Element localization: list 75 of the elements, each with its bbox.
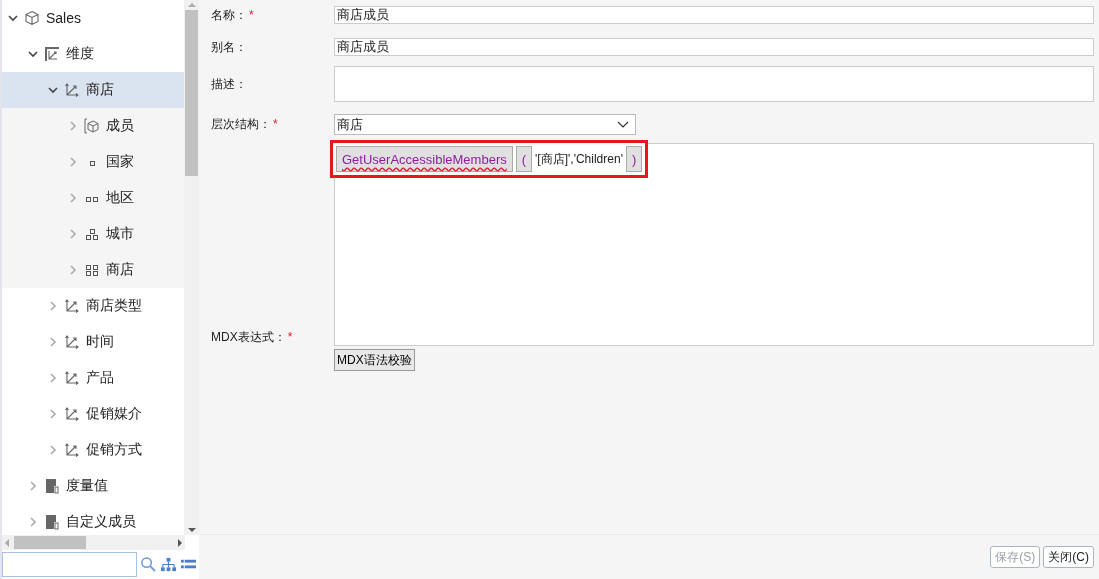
text-field[interactable]: 商店成员	[334, 6, 1094, 24]
chevron-icon[interactable]	[48, 85, 58, 95]
required-mark: *	[273, 117, 278, 131]
tree-item[interactable]: 产品	[2, 360, 184, 396]
tree-item-label: Sales	[46, 10, 82, 26]
hierarchy-icon[interactable]	[160, 556, 177, 573]
tree-item[interactable]: 成员	[2, 108, 184, 144]
tree-item-label: 产品	[86, 369, 114, 387]
parenthesis-token[interactable]: )	[625, 146, 643, 172]
tree-item[interactable]: 国家	[2, 144, 184, 180]
description-field[interactable]	[334, 66, 1094, 102]
tree-item[interactable]: 城市	[2, 216, 184, 252]
cube-icon	[24, 10, 40, 26]
axis-icon	[64, 406, 80, 422]
field-label: 别名：	[211, 40, 247, 54]
tree-item[interactable]: 时间	[2, 324, 184, 360]
dropdown[interactable]: 商店	[334, 114, 636, 135]
text-field[interactable]: 商店成员	[334, 38, 1094, 56]
close-button[interactable]: 关闭(C)	[1043, 546, 1094, 568]
tree-item-label: 成员	[106, 117, 134, 135]
scroll-up-icon[interactable]	[187, 3, 196, 7]
search-field[interactable]	[2, 552, 137, 577]
tree-item-label: 促销方式	[86, 441, 142, 459]
grid-icon	[86, 264, 98, 276]
squares-icon	[86, 197, 98, 202]
required-mark: *	[287, 330, 293, 344]
axis-icon	[64, 370, 80, 386]
tree-item-label: 自定义成员	[66, 513, 136, 531]
axis-icon	[64, 82, 80, 98]
tree-item-label: 商店	[106, 261, 134, 279]
tree-item-label: 商店	[86, 81, 114, 99]
tree-item-label: 维度	[66, 45, 94, 63]
tree-item[interactable]: 商店类型	[2, 288, 184, 324]
scroll-left-icon[interactable]	[5, 538, 9, 547]
axis-icon	[64, 442, 80, 458]
vertical-scrollbar[interactable]	[184, 0, 199, 535]
tree-item[interactable]: 自定义成员	[2, 504, 184, 535]
tree-item-label: 城市	[106, 225, 134, 243]
tree-item[interactable]: 商店	[2, 252, 184, 288]
tree-item[interactable]: 商店	[2, 72, 184, 108]
tree-item-label: 促销媒介	[86, 405, 142, 423]
measure-icon	[44, 478, 60, 494]
horizontal-scrollbar[interactable]	[2, 535, 185, 550]
tree-item-label: 时间	[86, 333, 114, 351]
chevron-icon[interactable]	[28, 49, 38, 59]
tree-item[interactable]: 地区	[2, 180, 184, 216]
search-icon[interactable]	[140, 556, 157, 573]
hierarchy-icon	[86, 228, 98, 240]
tree-item-label: 度量值	[66, 477, 108, 495]
field-label: MDX表达式：	[211, 330, 286, 344]
tree-item[interactable]: 度量值	[2, 468, 184, 504]
scroll-down-icon[interactable]	[187, 528, 196, 532]
cube-icon	[84, 118, 100, 134]
measure-icon	[44, 514, 60, 530]
required-mark: *	[249, 8, 254, 22]
dimension-icon	[44, 46, 60, 62]
tree-item[interactable]: 促销方式	[2, 432, 184, 468]
tree-item-label: 商店类型	[86, 297, 142, 315]
tree-item-label: 地区	[106, 189, 134, 207]
axis-icon	[64, 298, 80, 314]
check-syntax-button[interactable]: MDX语法校验	[334, 349, 415, 371]
field-label: 描述：	[211, 77, 247, 91]
axis-icon	[64, 334, 80, 350]
parenthesis-token[interactable]: (	[515, 146, 533, 172]
scroll-right-icon[interactable]	[178, 538, 182, 547]
caret-icon	[617, 120, 629, 129]
argument-text: '[商店]','Children'	[535, 150, 623, 168]
field-label: 名称：	[211, 8, 247, 22]
tree-item[interactable]: Sales	[2, 0, 184, 36]
tree-item[interactable]: 促销媒介	[2, 396, 184, 432]
tree-item[interactable]: 维度	[2, 36, 184, 72]
chevron-icon[interactable]	[8, 13, 18, 23]
function-token[interactable]: GetUserAccessibleMembers	[336, 146, 513, 172]
field-label: 层次结构：	[211, 117, 271, 131]
tree-item-label: 国家	[106, 153, 134, 171]
